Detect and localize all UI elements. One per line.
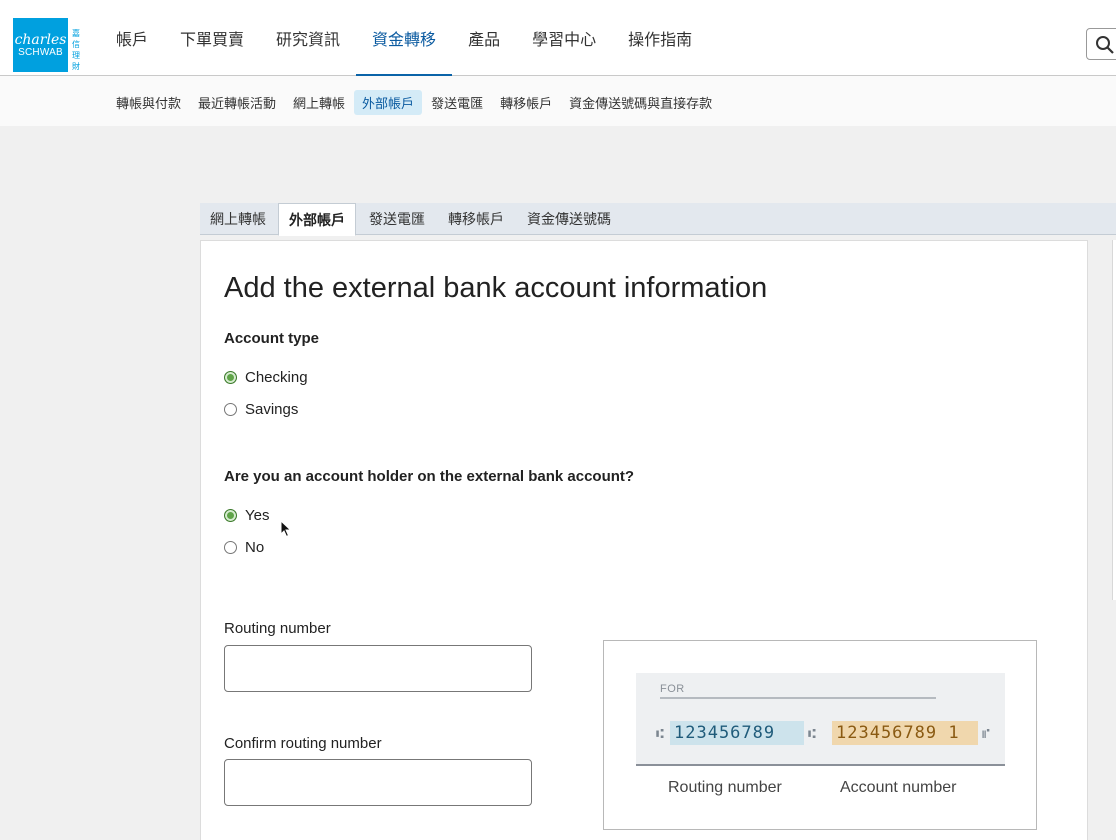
sub-nav-routing-direct-deposit[interactable]: 資金傳送號碼與直接存款	[561, 90, 720, 115]
logo-line1: charles	[14, 31, 67, 48]
check-account-caption: Account number	[840, 779, 957, 796]
tab-online-transfer[interactable]: 網上轉帳	[200, 203, 276, 235]
radio-no[interactable]: No	[224, 539, 264, 556]
tab-routing-number[interactable]: 資金傳送號碼	[517, 203, 621, 235]
tab-external-accounts[interactable]: 外部帳戶	[278, 203, 356, 236]
main-nav-item-move-money[interactable]: 資金轉移	[356, 0, 453, 77]
micr-transit-symbol-icon: ⑆	[808, 727, 817, 742]
check-memo-line	[660, 697, 936, 699]
micr-transit-symbol-icon: ⑆	[656, 727, 665, 742]
radio-savings-label: Savings	[245, 401, 299, 418]
radio-savings-indicator[interactable]	[224, 403, 237, 416]
form-title: Add the external bank account informatio…	[224, 272, 768, 304]
tab-bar: 網上轉帳 外部帳戶 發送電匯 轉移帳戶 資金傳送號碼	[200, 203, 1116, 236]
top-navigation-bar: charles SCHWAB 嘉信理財 帳戶 下單買賣 研究資訊 資金轉移 產品…	[0, 0, 1116, 77]
account-type-label: Account type	[224, 330, 320, 347]
radio-no-label: No	[245, 539, 265, 556]
main-nav-item-guide[interactable]: 操作指南	[612, 0, 708, 76]
tab-transfer-account[interactable]: 轉移帳戶	[438, 203, 514, 235]
sub-nav-recent-activity[interactable]: 最近轉帳活動	[190, 90, 284, 115]
radio-no-indicator[interactable]	[224, 541, 237, 554]
check-paper	[636, 673, 1005, 766]
main-nav-item-learning[interactable]: 學習中心	[516, 0, 612, 76]
main-nav-item-trade[interactable]: 下單買賣	[164, 0, 260, 76]
radio-savings[interactable]: Savings	[224, 401, 298, 418]
tab-send-wire[interactable]: 發送電匯	[359, 203, 435, 235]
confirm-routing-number-label: Confirm routing number	[224, 735, 382, 752]
sub-nav-transfers-payments[interactable]: 轉帳與付款	[108, 90, 189, 115]
radio-yes[interactable]: Yes	[224, 507, 269, 524]
sub-navigation: 轉帳與付款 最近轉帳活動 網上轉帳 外部帳戶 發送電匯 轉移帳戶 資金傳送號碼與…	[0, 76, 1116, 126]
sub-nav-online-transfer[interactable]: 網上轉帳	[285, 90, 353, 115]
side-panel-edge	[1112, 240, 1116, 600]
mouse-pointer-icon	[280, 520, 292, 538]
schwab-logo[interactable]: charles SCHWAB	[13, 18, 68, 72]
radio-checking[interactable]: Checking	[224, 369, 308, 386]
main-nav-item-research[interactable]: 研究資訊	[260, 0, 356, 76]
check-for-label: FOR	[660, 683, 685, 695]
sub-nav-send-wire[interactable]: 發送電匯	[423, 90, 491, 115]
radio-yes-indicator[interactable]	[224, 509, 237, 522]
routing-number-label: Routing number	[224, 620, 331, 637]
confirm-routing-number-input[interactable]	[224, 759, 532, 806]
search-button[interactable]	[1086, 28, 1116, 60]
main-nav: 帳戶 下單買賣 研究資訊 資金轉移 產品 學習中心 操作指南	[100, 0, 708, 77]
radio-checking-label: Checking	[245, 369, 308, 386]
search-icon	[1096, 36, 1114, 54]
micr-onus-symbol-icon: ⑈	[982, 727, 991, 742]
radio-yes-label: Yes	[245, 507, 270, 524]
routing-number-input[interactable]	[224, 645, 532, 692]
radio-checking-indicator[interactable]	[224, 371, 237, 384]
check-routing-caption: Routing number	[668, 779, 782, 796]
logo-line2: SCHWAB	[18, 46, 63, 58]
check-account-digits: 123456789 1	[836, 723, 960, 743]
logo-chinese-name: 嘉信理財	[72, 29, 80, 71]
check-routing-digits: 123456789	[674, 723, 776, 743]
sub-nav-external-accounts[interactable]: 外部帳戶	[354, 90, 423, 115]
main-nav-item-products[interactable]: 產品	[452, 0, 516, 76]
account-holder-question: Are you an account holder on the externa…	[224, 468, 635, 485]
main-nav-item-accounts[interactable]: 帳戶	[100, 0, 164, 76]
sub-nav-transfer-account[interactable]: 轉移帳戶	[492, 90, 560, 115]
